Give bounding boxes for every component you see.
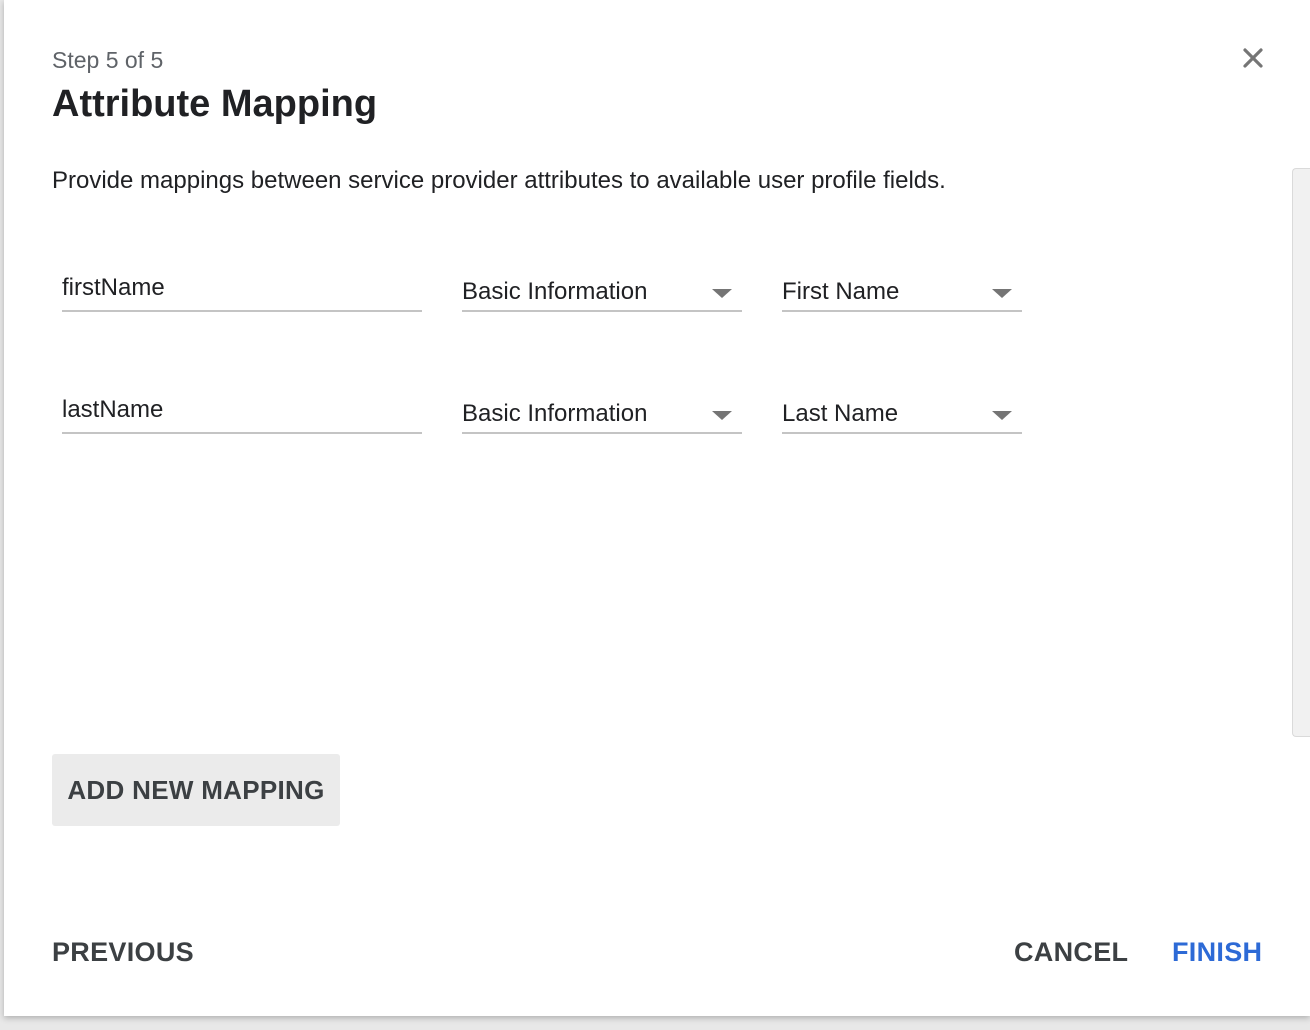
add-new-mapping-button[interactable]: ADD NEW MAPPING <box>52 754 340 826</box>
profile-field-select-value: First Name <box>782 278 900 305</box>
attribute-name-value: firstName <box>62 274 165 301</box>
category-select[interactable]: Basic Information <box>462 384 742 434</box>
close-icon[interactable] <box>1237 42 1269 74</box>
category-select[interactable]: Basic Information <box>462 262 742 312</box>
finish-button[interactable]: FINISH <box>1172 932 1262 972</box>
category-select-value: Basic Information <box>462 400 648 427</box>
scrollbar[interactable] <box>1292 168 1310 737</box>
dropdown-arrow-icon <box>992 289 1012 298</box>
profile-field-select[interactable]: Last Name <box>782 384 1022 434</box>
attribute-name-input[interactable]: firstName <box>62 262 422 312</box>
profile-field-select[interactable]: First Name <box>782 262 1022 312</box>
profile-field-select-value: Last Name <box>782 400 899 427</box>
cancel-button[interactable]: CANCEL <box>1014 932 1128 972</box>
dialog-title: Attribute Mapping <box>52 83 378 125</box>
dropdown-arrow-icon <box>992 411 1012 420</box>
dropdown-arrow-icon <box>712 289 732 298</box>
attribute-name-input[interactable]: lastName <box>62 384 422 434</box>
previous-button[interactable]: PREVIOUS <box>52 932 194 972</box>
attribute-mapping-dialog: Step 5 of 5 Attribute Mapping Provide ma… <box>4 0 1310 1016</box>
attribute-name-value: lastName <box>62 396 164 423</box>
category-select-value: Basic Information <box>462 278 648 305</box>
step-indicator: Step 5 of 5 <box>52 47 164 73</box>
dialog-description: Provide mappings between service provide… <box>52 167 946 194</box>
dropdown-arrow-icon <box>712 411 732 420</box>
